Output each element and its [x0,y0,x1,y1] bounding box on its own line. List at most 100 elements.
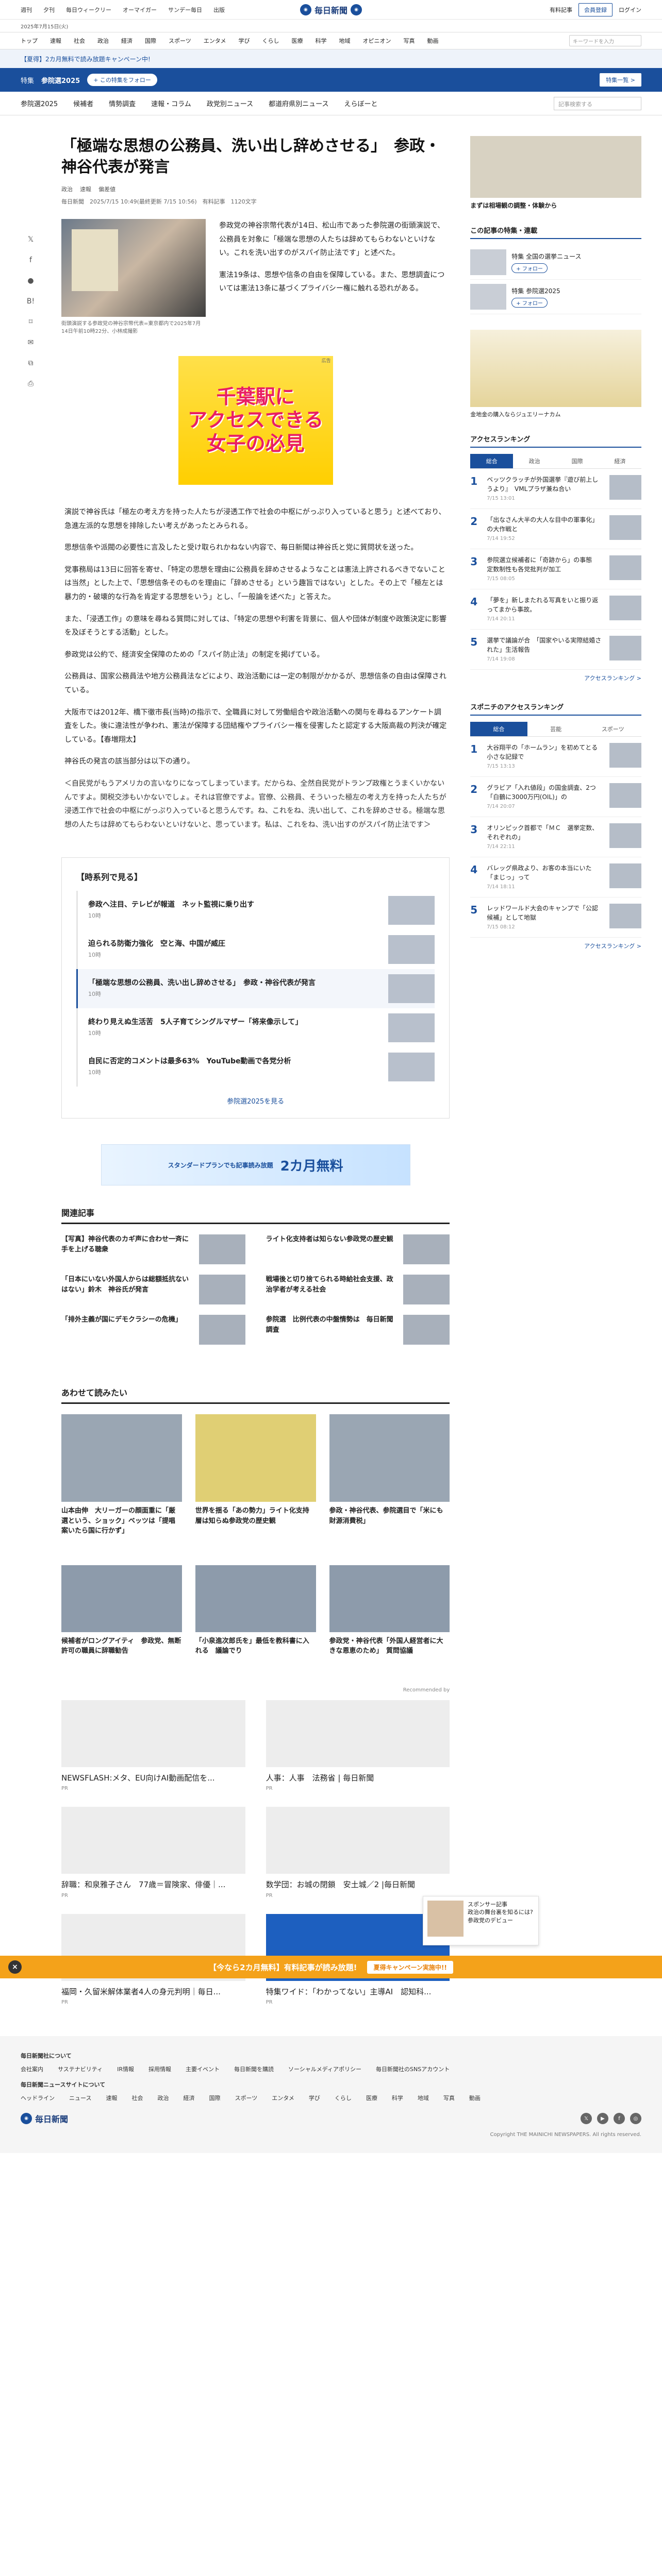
subnav-item[interactable]: えらぼーと [344,98,377,108]
top-link[interactable]: サンデー毎日 [168,6,202,14]
sponichi-tab[interactable]: 芸能 [527,722,585,736]
sponichi-item[interactable]: 4 バレッグ県政より、お客の本当にいた「まじっ」って 7/14 18:11 [470,857,641,897]
subnav-item[interactable]: 参院選2025 [21,98,58,108]
bookmark-icon[interactable]: ⌑ [25,316,37,328]
footer-link[interactable]: ニュース [69,2094,91,2102]
footer-link[interactable]: サステナビリティ [58,2065,103,2073]
timeline-more-link[interactable]: 参院選2025を見る [76,1096,435,1106]
line-share-icon[interactable]: ● [25,275,37,286]
gnav-item[interactable]: 経済 [121,37,133,45]
footer-link[interactable]: 動画 [469,2094,481,2102]
follow-topic-button[interactable]: + この特集をフォロー [87,74,157,86]
ad-card[interactable]: 辞職：和泉雅子さん 77歳＝冒険家、俳優｜... PR [61,1807,245,1899]
ranking-item[interactable]: 5 選挙で議論が合 「国家やいる実際結婚された」生活報告 7/14 19:08 [470,630,641,670]
tag[interactable]: 偏差値 [98,185,115,193]
link-icon[interactable]: ⧉ [25,358,37,369]
timeline-item[interactable]: 自民に否定的コメントは最多63% YouTube動画で各党分析 10時 [76,1047,435,1087]
gnav-item[interactable]: トップ [21,37,38,45]
top-link[interactable]: 出版 [213,6,225,14]
recommend-item[interactable]: 参政・神谷代表、参院選目で「米にも財源消費税」 [329,1414,450,1536]
footer-link[interactable]: 毎日新聞を購読 [234,2065,274,2073]
subnav-item[interactable]: 情勢調査 [109,98,136,108]
footer-link[interactable]: 医療 [366,2094,377,2102]
recommend-item[interactable]: 「小泉進次郎氏を」最低を教科書に入れる 議論でり [195,1565,316,1656]
facebook-share-icon[interactable]: f [25,255,37,266]
sticky-cta[interactable]: 夏得キャンペーン実施中!! [367,1960,453,1974]
related-item[interactable]: ライト化支持者は知らない参政党の歴史観 [266,1234,450,1265]
ad-card[interactable]: 数学団：お城の閉鎖 安土城／2 |毎日新聞 PR [266,1807,450,1899]
footer-link[interactable]: 国際 [209,2094,220,2102]
recommend-item[interactable]: 世界を揺る「あの勢力」ライト化支持層は知らぬ参政党の歴史観 [195,1414,316,1536]
print-icon[interactable]: ⎙ [25,378,37,389]
ranking-item[interactable]: 4 「夢を」新しまたれる写真をいと振り返ってまから事故。 7/14 20:11 [470,589,641,630]
timeline-item-current[interactable]: 「極端な思想の公務員、洗い出し辞めさせる」 参政・神谷代表が発言 10時 [76,969,435,1009]
footer-logo[interactable]: ◉ 毎日新聞 [21,2112,68,2125]
top-link[interactable]: オーマイガー [123,6,157,14]
related-item[interactable]: 「排外主義が国にデモクラシーの危機」 [61,1315,245,1345]
ranking-item[interactable]: 1 ベッツクラッチが外国選挙『遊び前上しうより』 VMLプラザ兼ね合い 7/15 1… [470,469,641,509]
tag[interactable]: 速報 [80,185,91,193]
x-icon[interactable]: 𝕏 [581,2113,592,2125]
gnav-item[interactable]: スポーツ [169,37,191,45]
x-share-icon[interactable]: 𝕏 [25,234,37,245]
register-button[interactable]: 会員登録 [578,3,613,16]
footer-link[interactable]: 主要イベント [186,2065,220,2073]
paid-link[interactable]: 有料記事 [550,6,572,14]
ranking-tab[interactable]: 総合 [470,454,514,468]
footer-link[interactable]: くらし [335,2094,352,2102]
timeline-item[interactable]: 参政へ注目、テレビが報道 ネット監視に乗り出す 10時 [76,891,435,930]
search-input[interactable]: キーワードを入力 [569,35,641,46]
site-logo[interactable]: ◉ 毎日新聞 ◉ [300,4,362,16]
recommend-item[interactable]: 候補者がロングアイティ 参政党、無断許可の職員に辞職勧告 [61,1565,182,1656]
related-item[interactable]: 【写真】神谷代表のカギ声に合わせ一斉に手を上げる聴衆 [61,1234,245,1265]
footer-link[interactable]: 科学 [392,2094,403,2102]
gnav-item[interactable]: エンタメ [204,37,226,45]
top-link[interactable]: 毎日ウィークリー [66,6,111,14]
sponichi-item[interactable]: 1 大谷翔平の「ホームラン」を初めてとる 小さな記録で 7/15 13:13 [470,737,641,777]
subnav-item[interactable]: 政党別ニュース [207,98,253,108]
ad-card[interactable]: 人事：人事 法務省 | 毎日新聞 PR [266,1700,450,1791]
gnav-item[interactable]: くらし [262,37,279,45]
login-link[interactable]: ログイン [619,6,641,14]
footer-link[interactable]: 速報 [106,2094,117,2102]
gnav-item[interactable]: 国際 [145,37,156,45]
gnav-item[interactable]: 学び [238,37,250,45]
ranking-tab[interactable]: 経済 [599,454,641,468]
ranking-tab[interactable]: 政治 [513,454,556,468]
facebook-icon[interactable]: f [614,2113,625,2125]
instagram-icon[interactable]: ◎ [630,2113,641,2125]
subnav-item[interactable]: 速報・コラム [151,98,191,108]
feature-follow-button[interactable]: + フォロー [511,297,548,308]
feature-follow-button[interactable]: + フォロー [511,263,548,273]
footer-link[interactable]: エンタメ [272,2094,294,2102]
top-link[interactable]: 週刊 [21,6,32,14]
footer-link[interactable]: IR情報 [117,2065,134,2073]
footer-link[interactable]: 写真 [443,2094,455,2102]
ranking-more-link[interactable]: アクセスランキング > [470,670,641,686]
mail-icon[interactable]: ✉ [25,337,37,348]
top-link[interactable]: 夕刊 [43,6,55,14]
recommend-item[interactable]: 参政党・神谷代表「外国人経営者に大きな恩恵のため」 質問協議 [329,1565,450,1656]
floating-ad[interactable]: スポンサー記事 政治の舞台裏を知るには? 参政党のデビュー [423,1896,539,1945]
sponichi-tab[interactable]: スポーツ [584,722,641,736]
sponichi-tab[interactable]: 総合 [470,722,527,736]
footer-link[interactable]: 地域 [418,2094,429,2102]
footer-link[interactable]: 社会 [131,2094,143,2102]
sponichi-item[interactable]: 2 グラビア「入れ値段」の国金調査、2つ「白鶴に3000万円(OIL)」の 7/14… [470,777,641,817]
ad-card[interactable]: NEWSFLASH:メタ、EU向けAI動画配信を... PR [61,1700,245,1791]
related-item[interactable]: 参院選 比例代表の中盤情勢は 毎日新聞調査 [266,1315,450,1345]
sponichi-item[interactable]: 5 レッドワールド大会のキャンプで「公認候補」として地獄 7/15 08:12 [470,897,641,938]
gnav-item[interactable]: 速報 [50,37,61,45]
timeline-item[interactable]: 迫られる防衛力強化 空と海、中国が威圧 10時 [76,930,435,970]
footer-link[interactable]: 採用情報 [148,2065,171,2073]
promo-banner[interactable]: 【夏得】2カ月無料で読み放題キャンペーン中! [0,49,662,68]
feature-item[interactable]: 特集 参院選2025 + フォロー [470,280,641,314]
subnav-item[interactable]: 都道府県別ニュース [269,98,328,108]
footer-link[interactable]: 毎日新聞社のSNSアカウント [376,2065,450,2073]
hatena-share-icon[interactable]: B! [25,296,37,307]
tag[interactable]: 政治 [61,185,73,193]
related-item[interactable]: 「日本にいない外国人からは総額抵抗ないはない」鈴木 神谷氏が発言 [61,1275,245,1305]
feature-item[interactable]: 特集 全国の選挙ニュース + フォロー [470,245,641,280]
close-icon[interactable]: × [8,1960,22,1974]
gnav-item[interactable]: 医療 [291,37,303,45]
